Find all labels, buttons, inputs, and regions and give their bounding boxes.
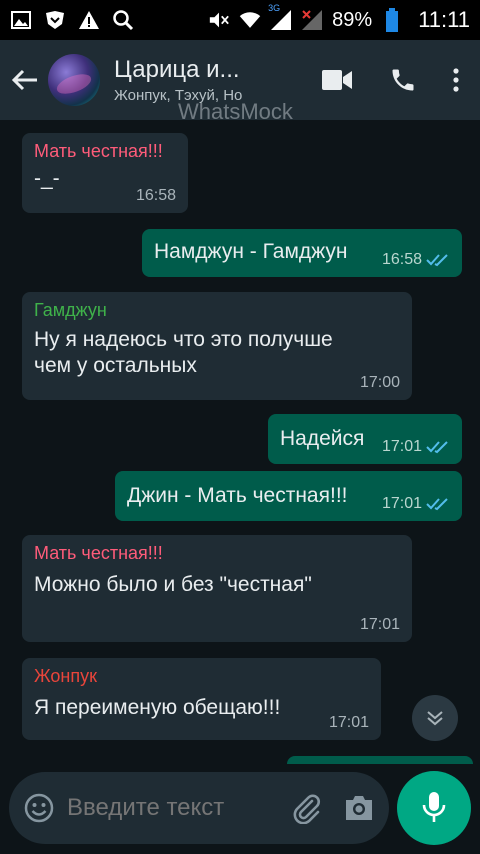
message-sender: Жонпук: [34, 666, 97, 686]
mute-icon: [208, 9, 230, 31]
double-check-icon: [426, 441, 448, 454]
message-text-line2: чем у остальных: [34, 354, 197, 377]
message-incoming[interactable]: Гамджун Ну я надеюсь что это получше чем…: [22, 292, 412, 400]
double-chevron-down-icon: [427, 711, 443, 726]
search-icon: [112, 9, 134, 31]
battery-percent: 89%: [332, 8, 373, 31]
camera-icon: [346, 796, 372, 820]
group-avatar[interactable]: [48, 54, 100, 106]
message-sender: Мать честная!!!: [34, 141, 163, 161]
kebab-menu-icon: [453, 68, 459, 92]
message-input[interactable]: [67, 794, 257, 822]
signal-off-icon: [301, 9, 323, 31]
shield-icon: [44, 9, 66, 31]
video-camera-icon: [322, 70, 352, 90]
voice-record-button[interactable]: [397, 771, 471, 845]
message-sender: Гамджун: [34, 300, 107, 320]
net-badge: 3G: [268, 3, 281, 13]
image-icon: [10, 9, 32, 31]
message-outgoing-partial: [287, 756, 473, 764]
attach-button[interactable]: [291, 792, 321, 824]
message-text: Можно было и без "честная": [34, 573, 312, 596]
back-button[interactable]: [2, 40, 48, 120]
message-outgoing[interactable]: Надейся 17:01: [268, 414, 462, 464]
message-incoming[interactable]: Мать честная!!! Можно было и без "честна…: [22, 535, 412, 642]
camera-button[interactable]: [343, 794, 375, 822]
message-time: 17:01: [328, 714, 369, 731]
message-time: 17:01: [359, 616, 400, 633]
status-bar: 3G 89% 11:11: [0, 0, 480, 40]
emoji-icon: [24, 793, 54, 823]
message-text-line1: Ну я надеюсь что это получше: [34, 328, 333, 351]
clock: 11:11: [418, 7, 470, 32]
voice-call-button[interactable]: [370, 50, 436, 110]
signal-icon: 3G: [268, 3, 292, 31]
message-time: 17:01: [381, 495, 422, 512]
message-time: 17:00: [359, 374, 400, 391]
message-time: 16:58: [381, 251, 422, 268]
message-incoming[interactable]: Мать честная!!! -_- 16:58: [22, 133, 188, 213]
chat-title-block[interactable]: Царица и... Жонпук, Тэхуй, Но: [114, 56, 274, 104]
message-outgoing[interactable]: Джин - Мать честная!!! 17:01: [115, 471, 462, 521]
scroll-to-bottom-button[interactable]: [412, 695, 458, 741]
video-call-button[interactable]: [304, 50, 370, 110]
chat-title: Царица и...: [114, 56, 240, 83]
double-check-icon: [426, 498, 448, 511]
message-text: Я переименую обещаю!!!: [34, 696, 281, 719]
warning-icon: [78, 9, 100, 31]
battery-icon: [381, 8, 403, 32]
message-sender: Мать честная!!!: [34, 543, 163, 563]
message-outgoing[interactable]: Намджун - Гамджун 16:58: [142, 229, 462, 277]
message-time: 16:58: [135, 187, 176, 204]
watermark: WhatsMock: [178, 99, 293, 124]
wifi-icon: [239, 9, 261, 31]
double-check-icon: [426, 254, 448, 267]
microphone-icon: [422, 792, 446, 822]
message-time: 17:01: [381, 438, 422, 455]
arrow-left-icon: [11, 69, 37, 91]
emoji-button[interactable]: [23, 792, 55, 824]
message-composer: [9, 772, 389, 844]
more-options-button[interactable]: [436, 50, 476, 110]
message-incoming[interactable]: Жонпук Я переименую обещаю!!! 17:01: [22, 658, 381, 740]
phone-icon: [392, 69, 414, 91]
paperclip-icon: [293, 794, 320, 824]
